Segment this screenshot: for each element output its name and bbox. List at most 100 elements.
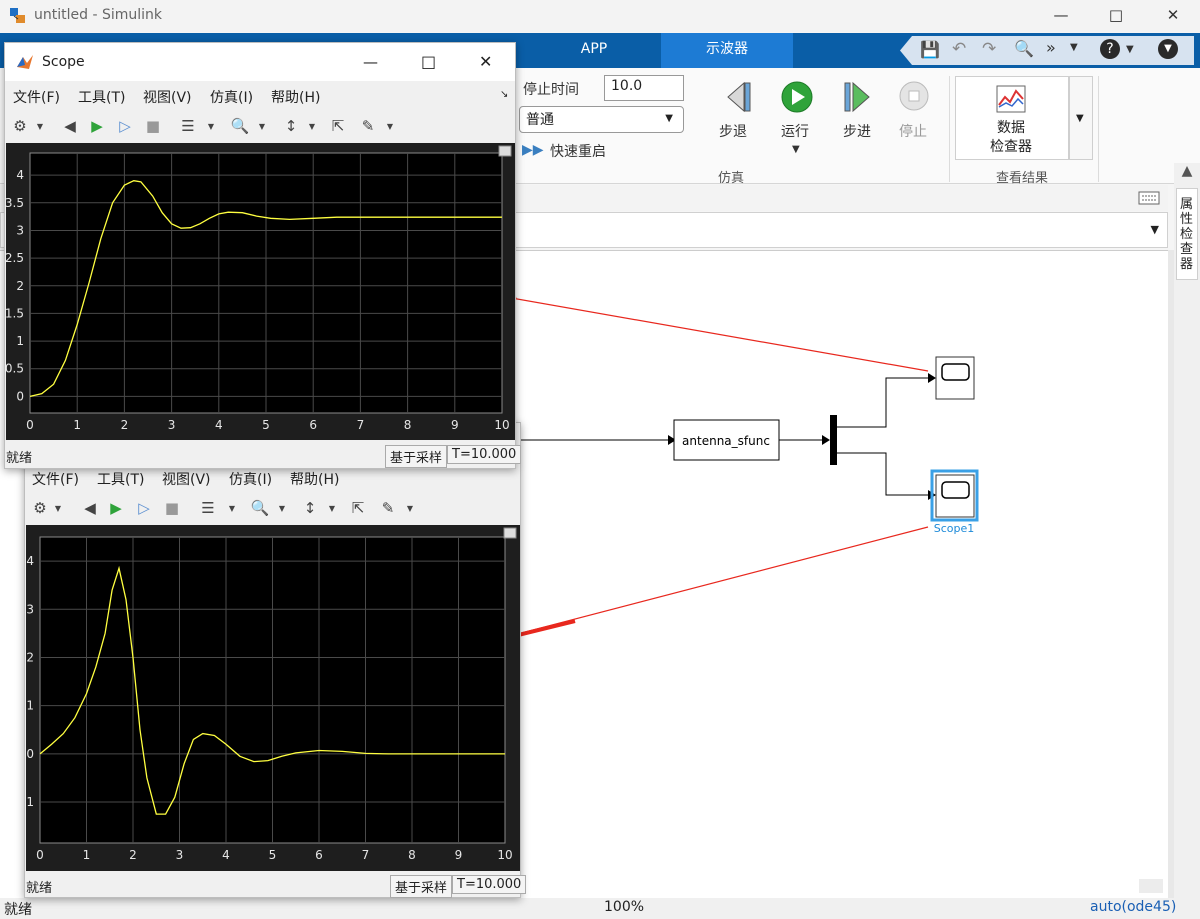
keyboard-icon[interactable]: [1138, 191, 1160, 205]
gear-icon[interactable]: ⚙: [9, 115, 31, 137]
demux-block[interactable]: [830, 415, 837, 465]
tab-app[interactable]: APP: [558, 33, 630, 68]
undo-icon[interactable]: ↶: [952, 39, 966, 59]
y-tick-label: 4: [26, 554, 34, 568]
help-icon[interactable]: ?: [1100, 39, 1120, 59]
x-tick-label: 9: [455, 848, 463, 862]
close-button[interactable]: ✕: [479, 52, 492, 71]
menu-help[interactable]: 帮助(H): [290, 469, 339, 489]
stop-time-input[interactable]: 10.0: [604, 75, 684, 101]
scope1-time: T=10.000: [452, 875, 527, 894]
property-inspector-strip: 属性检查器: [1174, 184, 1200, 898]
step-forward-icon[interactable]: ▷: [114, 115, 136, 137]
stop-icon[interactable]: [898, 80, 932, 114]
menu-help[interactable]: 帮助(H): [271, 87, 320, 107]
stop-time-label: 停止时间: [523, 82, 579, 98]
scope-screen-icon: [941, 481, 970, 499]
scope-time: T=10.000: [447, 445, 522, 464]
ribbon-divider: [949, 76, 950, 182]
review-results-dropdown[interactable]: ▼: [1069, 76, 1093, 160]
tab-scope[interactable]: 示波器: [661, 33, 793, 68]
stop-label[interactable]: 停止: [899, 121, 927, 141]
x-tick-label: 2: [129, 848, 137, 862]
maximize-button[interactable]: □: [421, 52, 436, 71]
autoscale-icon[interactable]: ↕: [299, 497, 321, 519]
x-tick-label: 9: [451, 418, 459, 432]
chevron-down-icon[interactable]: ▼: [301, 115, 323, 137]
measure-icon[interactable]: ✎: [357, 115, 379, 137]
chevron-down-icon[interactable]: ▼: [200, 115, 222, 137]
share-icon[interactable]: »: [1046, 38, 1056, 57]
step-back-label[interactable]: 步退: [719, 121, 747, 141]
signal-select-icon[interactable]: ☰: [177, 115, 199, 137]
save-icon[interactable]: 💾: [920, 40, 940, 59]
chevron-down-icon[interactable]: ▼: [1151, 223, 1159, 236]
chevron-down-icon[interactable]: ▼: [1070, 42, 1078, 53]
run-label[interactable]: 运行: [781, 121, 809, 141]
step-back-icon[interactable]: [718, 80, 754, 114]
help-chevron-icon[interactable]: ▼: [1126, 44, 1134, 55]
scope-chart: 0 1 2 3 4 5 6 7 8 9 10 0 0.5 1 1.5 2 2.5 3 3.5 4: [5, 145, 512, 432]
highlight-block-icon[interactable]: ⇱: [327, 115, 349, 137]
chevron-down-icon[interactable]: ▼: [251, 115, 273, 137]
chevron-down-icon[interactable]: ▼: [221, 497, 243, 519]
run-icon[interactable]: [780, 80, 814, 114]
chevron-down-icon[interactable]: ▼: [271, 497, 293, 519]
data-inspector-button[interactable]: 数据 检查器: [955, 76, 1069, 160]
signal-select-icon[interactable]: ☰: [197, 497, 219, 519]
step-forward-icon[interactable]: [842, 80, 878, 114]
canvas-scroll-corner[interactable]: [1139, 879, 1163, 893]
zoom-level[interactable]: 100%: [604, 899, 644, 915]
step-forward-label[interactable]: 步进: [843, 121, 871, 141]
close-button[interactable]: ✕: [1150, 0, 1196, 30]
undock-icon[interactable]: ↘: [500, 89, 508, 100]
chevron-down-icon[interactable]: ▼: [399, 497, 421, 519]
step-back-icon[interactable]: ◀: [79, 497, 101, 519]
minimize-button[interactable]: —: [363, 53, 378, 71]
collapse-ribbon-icon[interactable]: ▼: [1158, 39, 1178, 59]
step-back-icon[interactable]: ◀: [59, 115, 81, 137]
zoom-in-icon[interactable]: 🔍: [229, 115, 251, 137]
property-inspector-tab[interactable]: 属性检查器: [1176, 188, 1198, 280]
step-forward-icon[interactable]: ▷: [133, 497, 155, 519]
data-inspector-label-1: 数据: [997, 120, 1025, 136]
fast-restart-button[interactable]: 快速重启: [550, 141, 606, 161]
run-icon[interactable]: ▶: [105, 497, 127, 519]
minimize-button[interactable]: —: [1038, 0, 1084, 30]
zoom-in-icon[interactable]: 🔍: [249, 497, 271, 519]
scope1-toolbar: ⚙ ▼ ◀ ▶ ▷ ■ ☰ ▼ 🔍 ▼ ↕ ▼ ⇱ ✎ ▼: [25, 493, 520, 523]
plot-undock-button[interactable]: [503, 527, 517, 539]
matlab-icon: [17, 55, 33, 69]
run-chevron-icon[interactable]: ▼: [792, 144, 800, 155]
chevron-down-icon[interactable]: ▼: [321, 497, 343, 519]
chevron-down-icon[interactable]: ▼: [29, 115, 51, 137]
panel-collapse-icon[interactable]: ▲: [1174, 163, 1200, 185]
maximize-button[interactable]: □: [1093, 0, 1139, 30]
canvas-vscroll[interactable]: [1168, 250, 1174, 898]
search-icon[interactable]: 🔍: [1014, 39, 1034, 58]
window-title: untitled - Simulink: [34, 7, 163, 23]
chevron-down-icon[interactable]: ▼: [379, 115, 401, 137]
menu-view[interactable]: 视图(V): [143, 87, 192, 107]
menu-file[interactable]: 文件(F): [32, 469, 79, 489]
scope-toolbar: ⚙ ▼ ◀ ▶ ▷ ■ ☰ ▼ 🔍 ▼ ↕ ▼ ⇱ ✎ ▼: [5, 111, 515, 141]
menu-file[interactable]: 文件(F): [13, 87, 60, 107]
plot-undock-button[interactable]: [498, 145, 512, 157]
chevron-down-icon[interactable]: ▼: [47, 497, 69, 519]
run-icon[interactable]: ▶: [86, 115, 108, 137]
redo-icon[interactable]: ↷: [982, 39, 996, 59]
sim-mode-select[interactable]: 普通 ▼: [519, 106, 684, 133]
highlight-block-icon[interactable]: ⇱: [347, 497, 369, 519]
measure-icon[interactable]: ✎: [377, 497, 399, 519]
stop-icon[interactable]: ■: [142, 115, 164, 137]
autoscale-icon[interactable]: ↕: [280, 115, 302, 137]
stop-icon[interactable]: ■: [161, 497, 183, 519]
menu-tools[interactable]: 工具(T): [97, 469, 144, 489]
scope-plot-area[interactable]: 0 1 2 3 4 5 6 7 8 9 10 0 0.5 1 1.5 2 2.5 3 3.5 4: [5, 143, 515, 440]
menu-tools[interactable]: 工具(T): [78, 87, 125, 107]
menu-simulation[interactable]: 仿真(I): [229, 469, 272, 489]
menu-view[interactable]: 视图(V): [162, 469, 211, 489]
scope1-plot-area[interactable]: 0 1 2 3 4 5 6 7 8 9 10 -1 0 1 2 3 4: [22, 525, 520, 871]
solver-link[interactable]: auto(ode45): [1090, 899, 1176, 915]
menu-simulation[interactable]: 仿真(I): [210, 87, 253, 107]
